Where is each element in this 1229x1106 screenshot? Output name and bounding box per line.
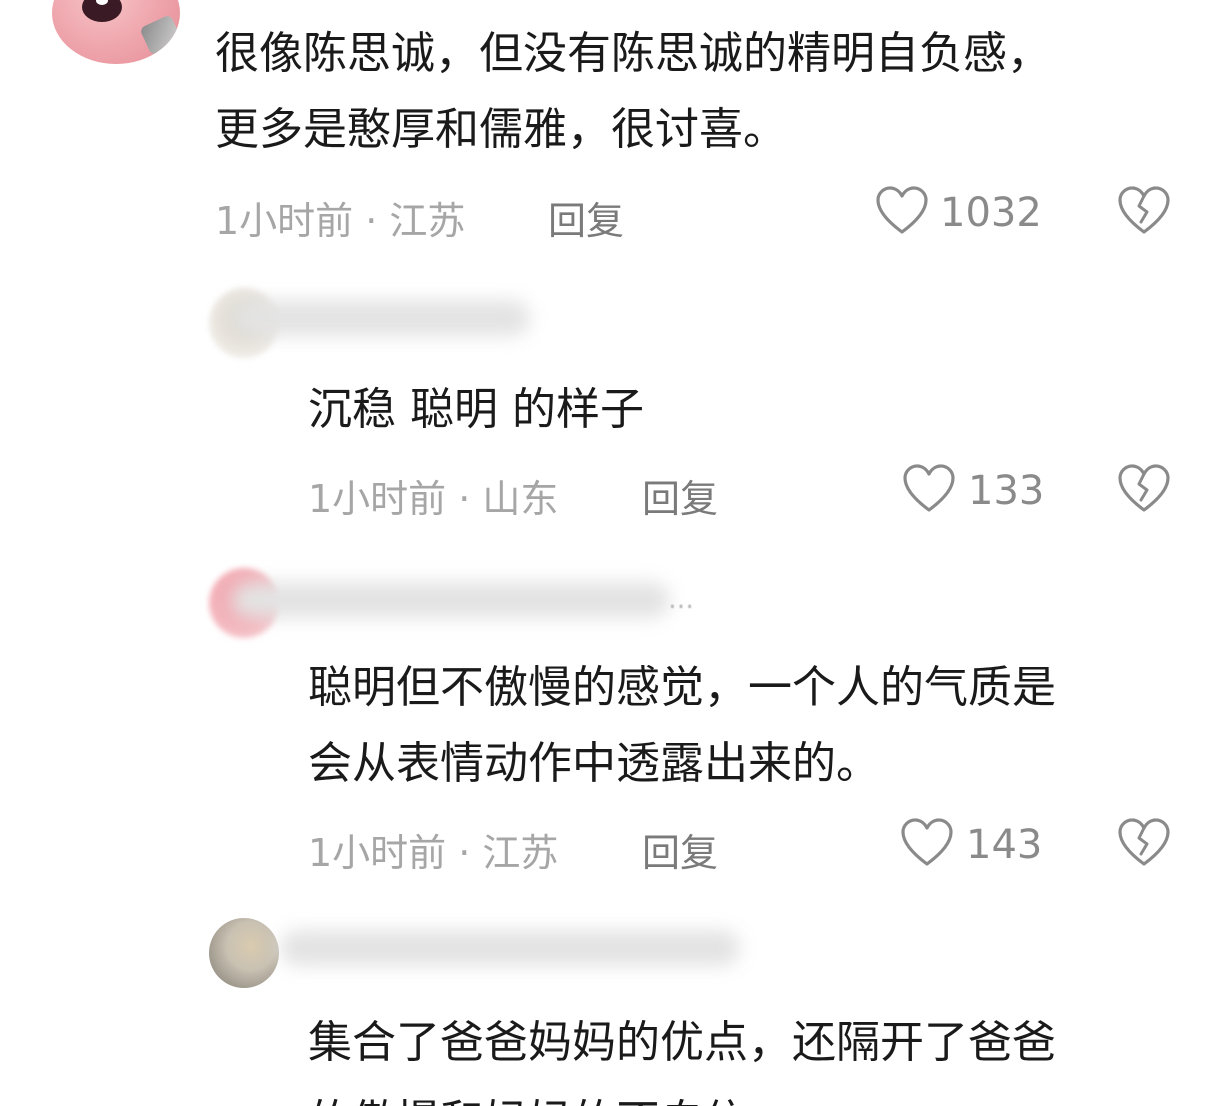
heart-outline-icon[interactable] <box>875 186 929 236</box>
like-count: 1032 <box>940 190 1042 236</box>
comment-thread: 很像陈思诚，但没有陈思诚的精明自负感， 更多是憨厚和儒雅，很讨喜。 1小时前 ·… <box>0 0 1229 1106</box>
heart-outline-icon[interactable] <box>900 818 954 868</box>
avatar[interactable] <box>209 918 279 988</box>
blurred-username <box>230 300 530 336</box>
reply-button[interactable]: 回复 <box>642 822 718 877</box>
comment-time-location: 1小时前 · 江苏 <box>215 199 466 243</box>
comment-time-location: 1小时前 · 山东 <box>308 477 559 521</box>
like-count: 133 <box>968 468 1045 514</box>
avatar[interactable] <box>52 0 180 64</box>
comment-text: 沉稳 聪明 的样子 <box>308 384 644 435</box>
broken-heart-icon[interactable] <box>1117 186 1171 236</box>
blurred-username <box>280 930 740 966</box>
reply-button[interactable]: 回复 <box>642 468 718 523</box>
avatar-claw <box>139 14 180 56</box>
like-count: 143 <box>966 822 1043 868</box>
comment-text: 集合了爸爸妈妈的优点，还隔开了爸爸 <box>308 1017 1056 1068</box>
blurred-username <box>230 582 670 618</box>
comment-text: 聪明但不傲慢的感觉，一个人的气质是 会从表情动作中透露出来的。 <box>308 662 1056 789</box>
heart-outline-icon[interactable] <box>902 464 956 514</box>
username-ellipsis: … <box>668 585 694 615</box>
reply-button[interactable]: 回复 <box>548 190 624 245</box>
comment-time-location: 1小时前 · 江苏 <box>308 831 559 875</box>
comment-text: 很像陈思诚，但没有陈思诚的精明自负感， 更多是憨厚和儒雅，很讨喜。 <box>215 28 1051 155</box>
comment-text-continued: 的傲慢和妈妈的不自信 <box>308 1084 1188 1106</box>
broken-heart-icon[interactable] <box>1117 818 1171 868</box>
broken-heart-icon[interactable] <box>1117 464 1171 514</box>
